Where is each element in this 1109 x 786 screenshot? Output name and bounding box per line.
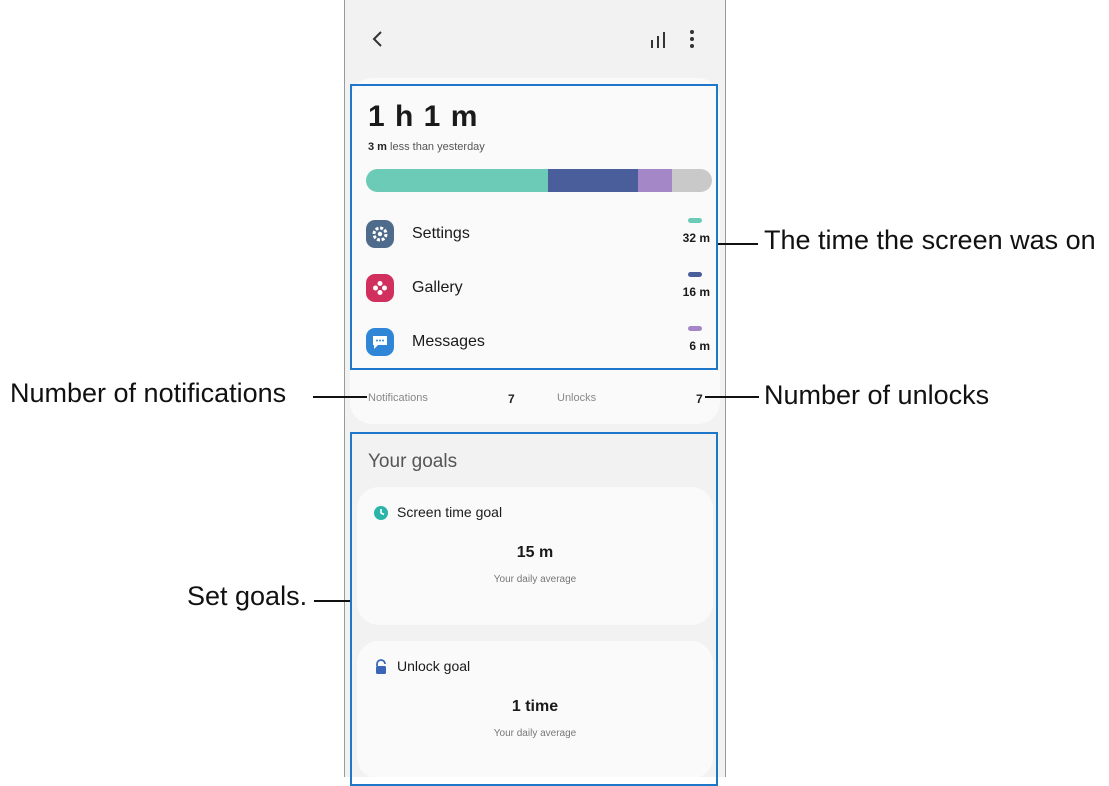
unlocks-leader-line	[705, 396, 759, 398]
goals-heading: Your goals	[368, 451, 458, 472]
total-screen-time: 1 h 1 m	[368, 100, 479, 133]
usage-bar-segment	[672, 169, 712, 192]
goals-leader-line	[314, 600, 350, 602]
goal-value: 15 m	[516, 544, 554, 561]
comparison-text: 3 m less than yesterday	[368, 141, 485, 153]
goal-subtitle: Your daily average	[493, 728, 577, 739]
screen-on-callout: The time the screen was on	[764, 225, 1096, 255]
unlocks-callout: Number of unlocks	[764, 380, 990, 410]
phone-screen: 1 h 1 m 3 m less than yesterday Settings…	[344, 0, 726, 777]
comparison-label: less than yesterday	[386, 141, 485, 153]
app-color-indicator	[688, 218, 702, 223]
goal-title: Screen time goal	[397, 504, 503, 520]
app-row-settings[interactable]: Settings 32 m	[360, 214, 710, 254]
counts-row: Notifications 7 Unlocks 7	[350, 380, 720, 410]
unlocks-count: 7	[696, 392, 703, 406]
more-options-icon[interactable]	[683, 28, 701, 50]
notifications-label: Notifications	[368, 392, 428, 404]
lock-icon	[376, 659, 386, 674]
screen-on-leader-line	[718, 243, 758, 245]
app-bar	[345, 0, 725, 78]
app-usage-time: 16 m	[682, 285, 710, 299]
notifications-count: 7	[508, 392, 515, 406]
goals-callout: Set goals.	[187, 581, 308, 611]
app-name: Settings	[412, 225, 470, 242]
notifications-callout: Number of notifications	[10, 378, 287, 408]
app-color-indicator	[688, 326, 702, 331]
goal-title: Unlock goal	[397, 658, 471, 674]
back-arrow-icon[interactable]	[367, 28, 389, 50]
app-color-indicator	[688, 272, 702, 277]
comparison-value: 3 m	[368, 141, 387, 153]
app-usage-time: 6 m	[689, 339, 710, 353]
screen-time-goal-card[interactable]: Screen time goal 15 m Your daily average	[357, 487, 713, 625]
app-row-gallery[interactable]: Gallery 16 m	[360, 268, 710, 308]
flower-icon	[366, 274, 394, 302]
bar-chart-icon[interactable]	[649, 30, 669, 50]
app-usage-time: 32 m	[682, 231, 710, 245]
usage-breakdown-bar	[366, 169, 712, 192]
notifications-leader-line	[313, 396, 367, 398]
usage-bar-segment	[366, 169, 548, 192]
app-row-messages[interactable]: Messages 6 m	[360, 322, 710, 362]
usage-bar-segment	[637, 169, 673, 192]
unlocks-label: Unlocks	[557, 392, 597, 404]
chat-icon	[366, 328, 394, 356]
clock-icon	[374, 506, 388, 520]
usage-bar-segment	[547, 169, 638, 192]
app-name: Gallery	[412, 279, 463, 296]
goal-value: 1 time	[511, 698, 559, 715]
gear-icon	[366, 220, 394, 248]
unlock-goal-card[interactable]: Unlock goal 1 time Your daily average	[357, 641, 713, 777]
app-name: Messages	[412, 333, 485, 350]
goal-subtitle: Your daily average	[493, 574, 577, 585]
screen-time-card: 1 h 1 m 3 m less than yesterday Settings…	[350, 78, 720, 424]
